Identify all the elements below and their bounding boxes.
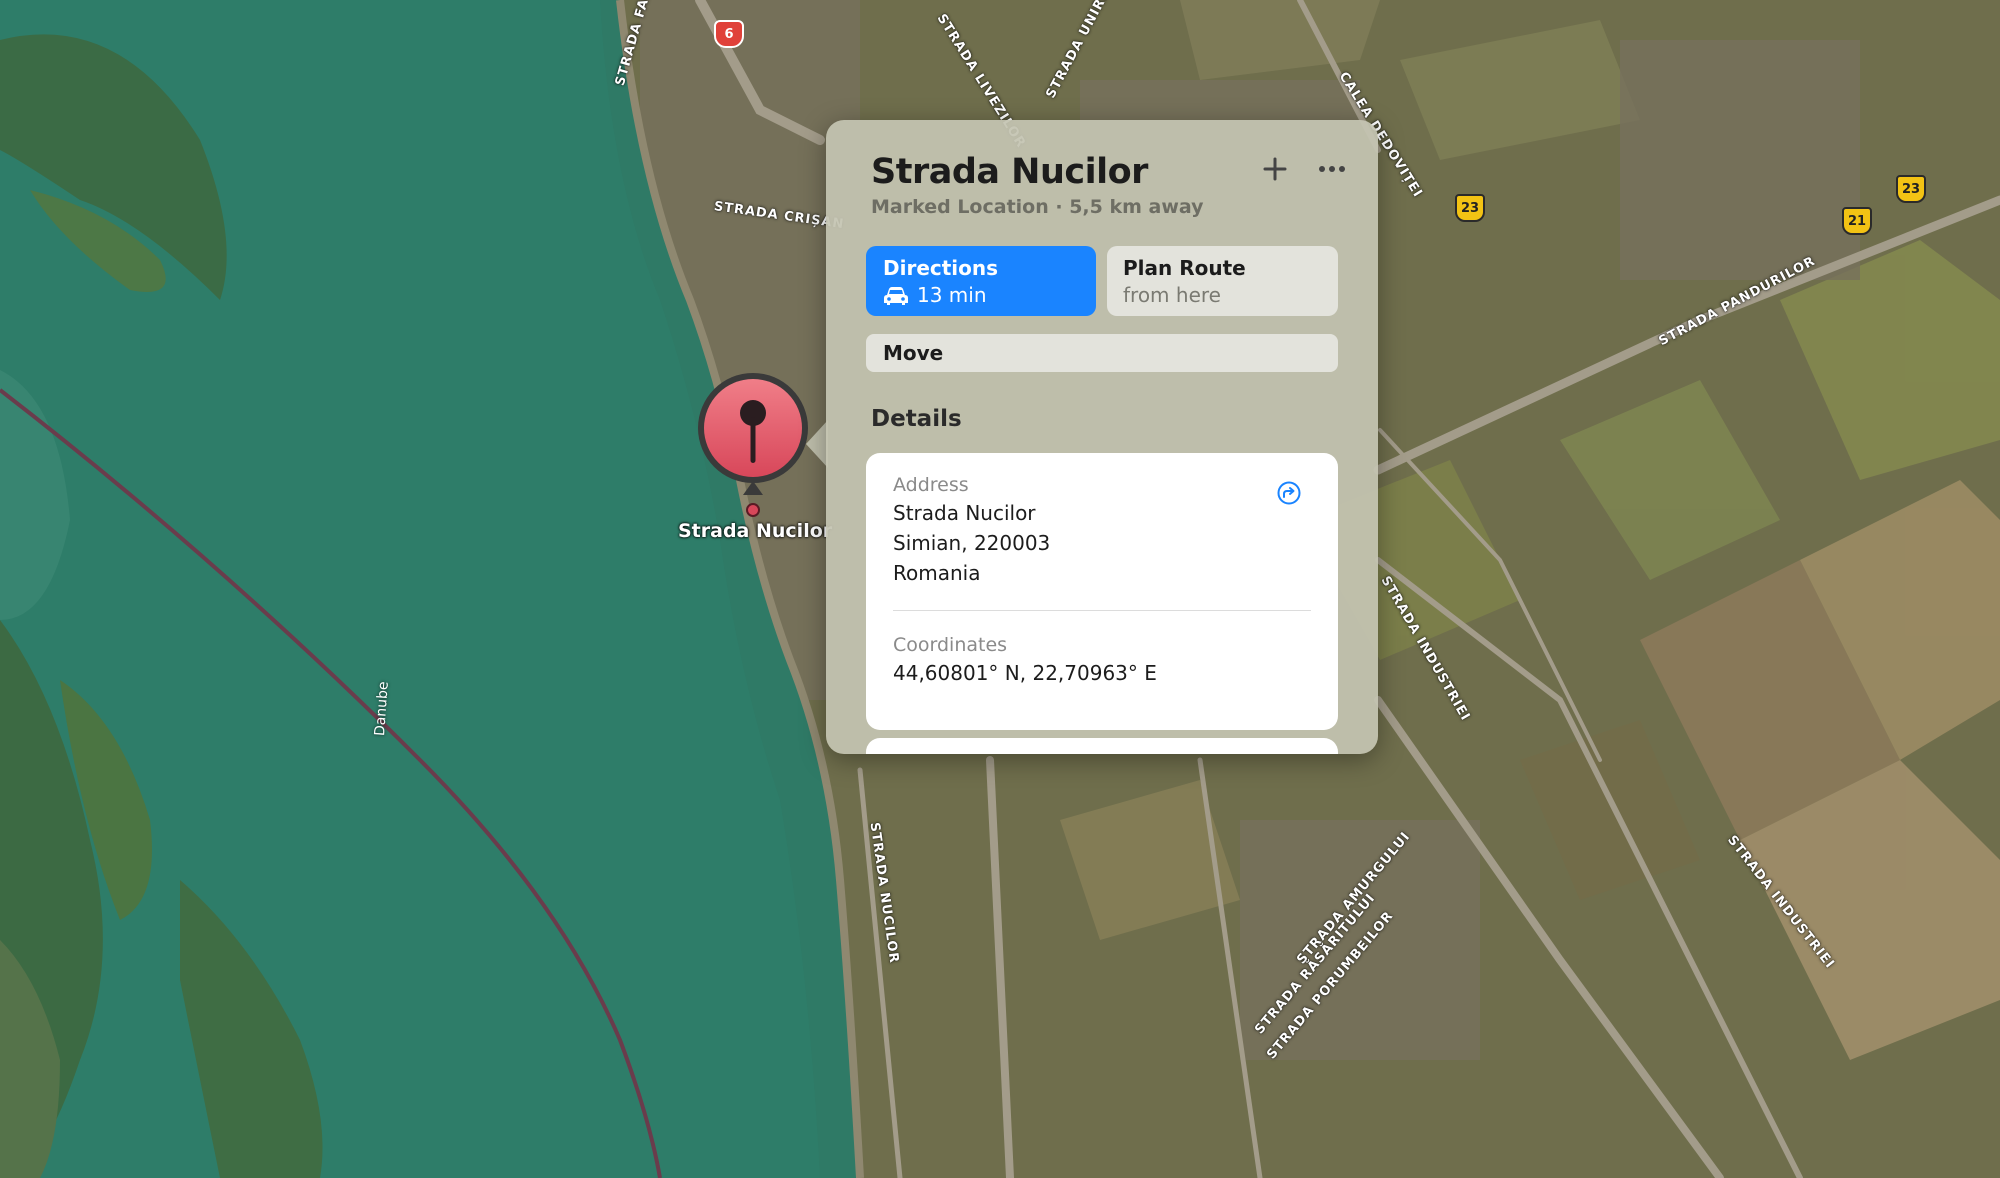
place-card: Strada Nucilor Marked Location · 5,5 km …	[826, 120, 1378, 754]
car-icon	[884, 287, 908, 305]
details-divider	[893, 610, 1311, 611]
route-shield-21: 21	[1842, 207, 1872, 235]
directions-label: Directions	[883, 256, 999, 280]
directions-time: 13 min	[917, 283, 987, 307]
place-subtitle: Marked Location · 5,5 km away	[871, 196, 1204, 218]
address-label: Address	[893, 474, 969, 496]
more-button[interactable]	[1313, 150, 1351, 188]
move-label: Move	[883, 341, 944, 365]
card-pointer	[806, 420, 828, 468]
plan-route-label: Plan Route	[1123, 256, 1246, 280]
route-shield-6: 6	[714, 20, 744, 48]
next-section	[866, 738, 1338, 754]
pin-label: Strada Nucilor	[678, 520, 833, 542]
details-heading: Details	[871, 406, 962, 432]
add-button[interactable]	[1256, 150, 1294, 188]
route-shield-23: 23	[1455, 194, 1485, 222]
address-line-2[interactable]: Simian, 220003	[893, 531, 1050, 555]
ellipsis-icon	[1319, 166, 1345, 172]
route-shield-23b: 23	[1896, 175, 1926, 203]
move-button[interactable]: Move	[866, 334, 1338, 372]
address-line-1[interactable]: Strada Nucilor	[893, 501, 1036, 525]
location-pin[interactable]	[695, 373, 811, 519]
coordinates-label: Coordinates	[893, 634, 1008, 656]
plan-route-button[interactable]: Plan Route from here	[1107, 246, 1338, 316]
plus-icon	[1263, 157, 1287, 181]
directions-button[interactable]: Directions 13 min	[866, 246, 1096, 316]
place-title: Strada Nucilor	[871, 152, 1148, 192]
coordinates-value[interactable]: 44,60801° N, 22,70963° E	[893, 661, 1157, 685]
address-line-3[interactable]: Romania	[893, 561, 980, 585]
details-section: Address Strada Nucilor Simian, 220003 Ro…	[866, 453, 1338, 730]
share-address-button[interactable]	[1276, 480, 1302, 506]
share-arrow-icon	[1277, 481, 1301, 505]
map-pin-icon	[698, 373, 808, 517]
plan-route-sub: from here	[1123, 283, 1221, 307]
